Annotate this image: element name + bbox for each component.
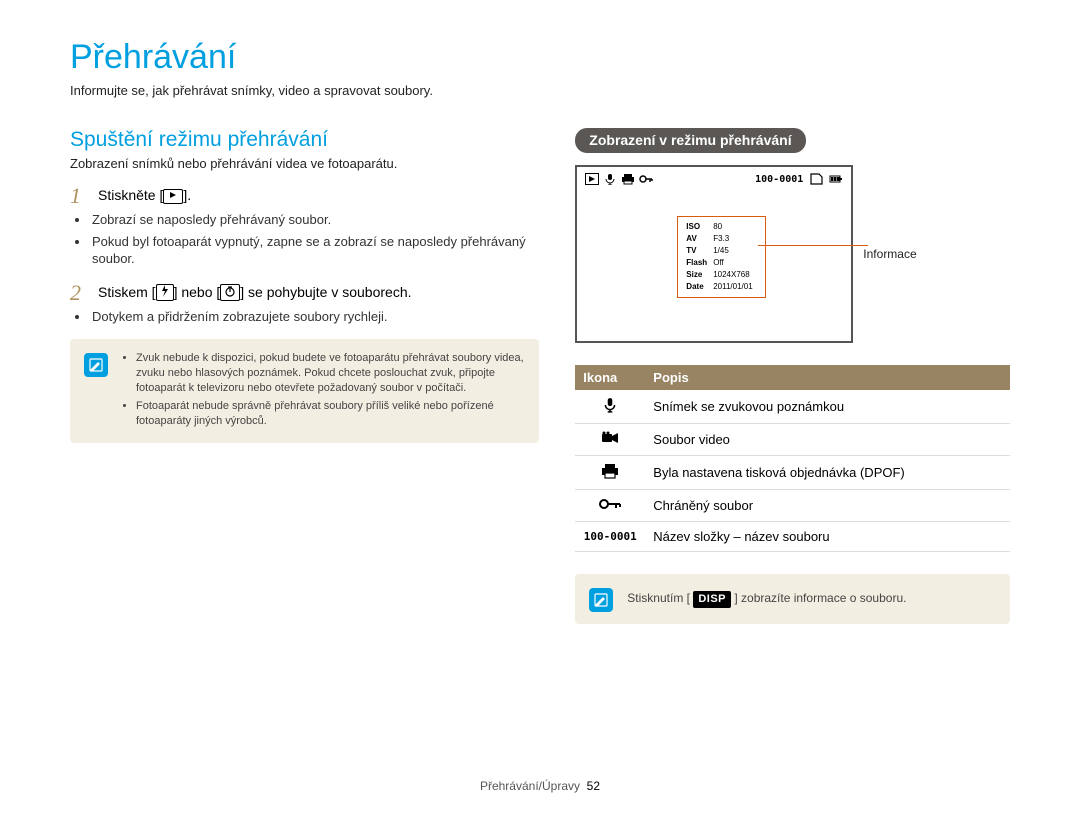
bullet-item: Pokud byl fotoaparát vypnutý, zapne se a… [90,233,539,268]
note-icon [589,588,613,612]
printer-icon [621,173,635,185]
footer-section: Přehrávání/Úpravy [480,779,580,793]
step-number: 1 [70,185,88,207]
timer-icon [220,284,240,301]
info-overlay: ISO80 AVF3.3 TV1/45 FlashOff Size1024X76… [677,216,765,298]
table-desc: Snímek se zvukovou poznámkou [645,390,1010,424]
play-mode-icon [585,173,599,185]
printer-icon [575,456,645,490]
step-number: 2 [70,282,88,304]
table-desc: Chráněný soubor [645,490,1010,522]
step-1-text-a: Stiskněte [ [98,187,163,203]
step-2-text-b: ] nebo [ [174,284,221,300]
step-2-text-c: ] se pohybujte v souborech. [240,284,411,300]
lcd-counter: 100-0001 [755,174,803,185]
step-2: 2 Stiskem [ ] nebo [ ] se pohybujte v soub… [70,282,539,304]
table-row: 100-0001 Název složky – název souboru [575,522,1010,552]
pill-heading-view-playback: Zobrazení v režimu přehrávání [575,128,805,153]
mic-icon [575,390,645,424]
disp-button-icon: DISP [693,591,731,608]
section-intro: Zobrazení snímků nebo přehrávání videa v… [70,156,539,171]
flash-icon [156,284,174,301]
table-desc: Soubor video [645,424,1010,456]
note-item: Zvuk nebude k dispozici, pokud budete ve… [136,351,525,396]
key-icon [639,173,653,185]
tip-box: Stisknutím [ DISP ] zobrazíte informace … [575,574,1010,624]
step-1: 1 Stiskněte []. [70,185,539,207]
bullet-item: Dotykem a přidržením zobrazujete soubory… [90,308,539,326]
page-title: Přehrávání [70,38,1010,77]
table-header-desc: Popis [645,365,1010,390]
leader-line [758,245,868,246]
page-subtitle: Informujte se, jak přehrávat snímky, vid… [70,83,1010,98]
table-row: Byla nastavena tisková objednávka (DPOF) [575,456,1010,490]
table-desc: Název složky – název souboru [645,522,1010,552]
page-number: 52 [587,779,600,793]
memory-icon [809,173,823,185]
counter-icon: 100-0001 [575,522,645,552]
step-1-text-b: ]. [183,187,191,203]
tip-text-a: Stisknutím [ [627,591,690,605]
page-footer: Přehrávání/Úpravy 52 [0,779,1080,793]
key-icon [575,490,645,522]
play-button-icon [163,189,183,204]
note-box: Zvuk nebude k dispozici, pokud budete ve… [70,339,539,443]
table-desc: Byla nastavena tisková objednávka (DPOF) [645,456,1010,490]
info-label: Informace [863,247,916,261]
step-2-bullets: Dotykem a přidržením zobrazujete soubory… [90,308,539,326]
battery-icon [829,173,843,185]
table-row: Snímek se zvukovou poznámkou [575,390,1010,424]
bullet-item: Zobrazí se naposledy přehrávaný soubor. [90,211,539,229]
table-row: Soubor video [575,424,1010,456]
lcd-preview: 100-0001 ISO80 AVF3.3 TV1/45 FlashOff Si… [575,165,853,343]
note-icon [84,353,108,377]
mic-icon [603,173,617,185]
tip-text-b: ] zobrazíte informace o souboru. [734,591,906,605]
video-icon [575,424,645,456]
table-row: Chráněný soubor [575,490,1010,522]
icon-description-table: Ikona Popis Snímek se zvukovou poznámkou… [575,365,1010,552]
step-2-text-a: Stiskem [ [98,284,156,300]
note-item: Fotoaparát nebude správně přehrávat soub… [136,399,525,429]
step-1-bullets: Zobrazí se naposledy přehrávaný soubor. … [90,211,539,268]
section-heading-playback-start: Spuštění režimu přehrávání [70,128,539,152]
table-header-icon: Ikona [575,365,645,390]
